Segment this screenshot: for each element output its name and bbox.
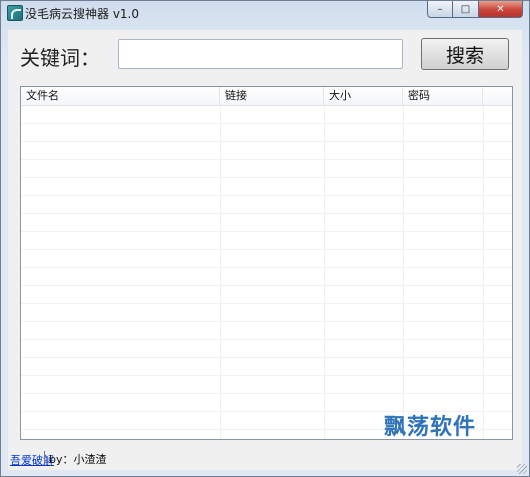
title-bar[interactable]: 没毛病云搜神器 v1.0 – □ ✕: [1, 1, 529, 23]
column-header-filename[interactable]: 文件名: [21, 87, 220, 105]
window-title: 没毛病云搜神器 v1.0: [25, 7, 140, 21]
window-controls: – □ ✕: [427, 1, 523, 18]
column-header-link[interactable]: 链接: [220, 87, 324, 105]
column-divider: [483, 106, 484, 439]
app-icon: [7, 5, 23, 21]
maximize-button[interactable]: □: [453, 1, 479, 18]
search-button[interactable]: 搜索: [421, 38, 509, 70]
column-divider: [403, 106, 404, 439]
column-header-filler: [483, 87, 512, 105]
close-button[interactable]: ✕: [479, 1, 523, 18]
minimize-button[interactable]: –: [427, 1, 453, 18]
status-link[interactable]: 吾爱破解: [10, 452, 54, 468]
resize-grip-icon[interactable]: [517, 464, 527, 474]
app-window: 没毛病云搜神器 v1.0 – □ ✕ 关键词： 搜索 文件名 链接 大小 密码: [0, 0, 530, 477]
status-separator: [44, 451, 45, 465]
column-header-password[interactable]: 密码: [403, 87, 483, 105]
column-header-size[interactable]: 大小: [324, 87, 403, 105]
list-header: 文件名 链接 大小 密码: [21, 87, 512, 106]
column-divider: [324, 106, 325, 439]
client-area: 关键词： 搜索 文件名 链接 大小 密码 吾爱破解 by：小渣渣: [8, 30, 522, 470]
column-divider: [220, 106, 221, 439]
status-bar: 吾爱破解 by：小渣渣: [8, 445, 522, 470]
search-input[interactable]: [118, 39, 403, 69]
watermark-logo: 飘荡软件: [384, 415, 477, 440]
results-list[interactable]: 文件名 链接 大小 密码: [20, 86, 513, 440]
list-rows: [21, 106, 512, 439]
keyword-label: 关键词：: [20, 46, 100, 70]
author-label: by：小渣渣: [49, 453, 107, 466]
